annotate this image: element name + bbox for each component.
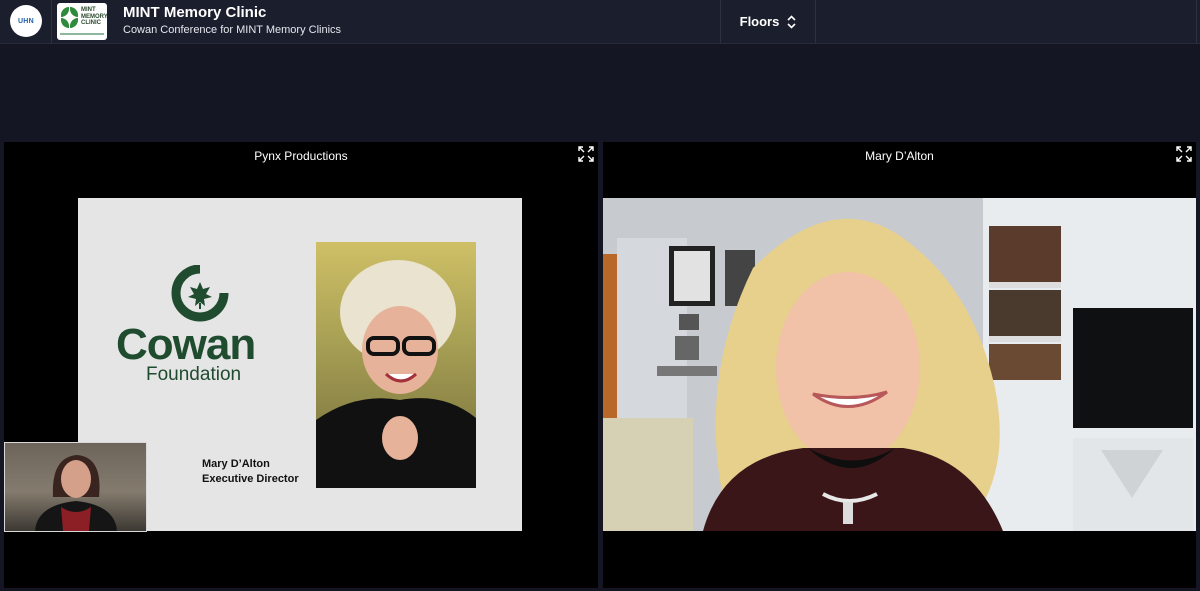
chevron-updown-icon xyxy=(787,14,796,29)
page-title: MINT Memory Clinic xyxy=(123,4,267,21)
top-bar: UHN MINT MEMORY CLINIC MINT Memory Clini… xyxy=(0,0,1200,44)
video-panel-pynx[interactable]: Pynx Productions Cowan Foundation Mary D… xyxy=(4,142,598,588)
floors-label: Floors xyxy=(739,14,780,29)
expand-icon[interactable] xyxy=(578,146,594,162)
video-panel-mary[interactable]: Mary D’Alton xyxy=(603,142,1196,588)
uhn-logo[interactable]: UHN xyxy=(10,5,42,37)
speaker-caption: Mary D’Alton Executive Director xyxy=(202,457,299,487)
brand-name: Cowan xyxy=(116,320,256,369)
page-subtitle: Cowan Conference for MINT Memory Clinics xyxy=(123,24,342,36)
header-divider xyxy=(51,0,52,43)
header-divider xyxy=(1196,0,1197,43)
speaker-role: Executive Director xyxy=(202,473,299,485)
expand-icon[interactable] xyxy=(1176,146,1192,162)
mint-clinic-logo: MINT MEMORY CLINIC xyxy=(57,3,107,40)
presenter-thumbnail-video[interactable] xyxy=(4,442,147,532)
cowan-logo-icon xyxy=(171,265,229,322)
uhn-logo-text: UHN xyxy=(17,17,35,25)
participant-video xyxy=(603,198,1196,531)
floors-button[interactable]: Floors xyxy=(720,0,816,43)
speaker-portrait xyxy=(316,242,476,488)
mint-logo-text: MINT MEMORY CLINIC xyxy=(81,7,107,26)
brand-subtitle: Foundation xyxy=(146,364,242,385)
speaker-name: Mary D’Alton xyxy=(202,458,270,470)
panel-title: Pynx Productions xyxy=(254,149,348,163)
panel-title: Mary D’Alton xyxy=(865,149,934,163)
